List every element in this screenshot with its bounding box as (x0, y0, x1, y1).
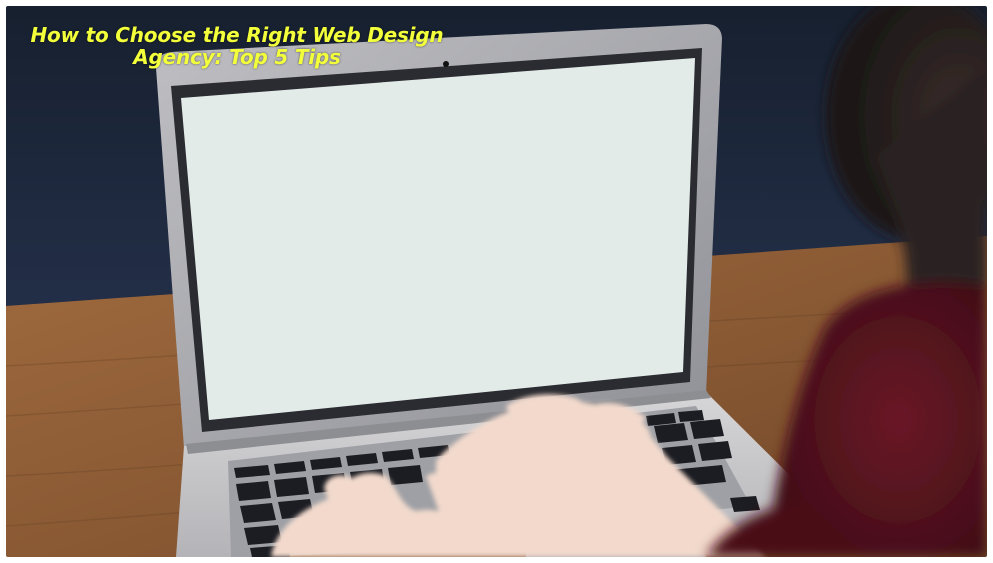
laptop-screen (181, 58, 695, 420)
title-line-1: How to Choose the Right Web Design (30, 23, 444, 47)
video-title-overlay: How to Choose the Right Web Design Agenc… (12, 24, 462, 68)
photo-frame: How to Choose the Right Web Design Agenc… (6, 6, 987, 557)
laptop-typing-photo (6, 6, 987, 557)
title-line-2: Agency: Top 5 Tips (133, 45, 341, 69)
